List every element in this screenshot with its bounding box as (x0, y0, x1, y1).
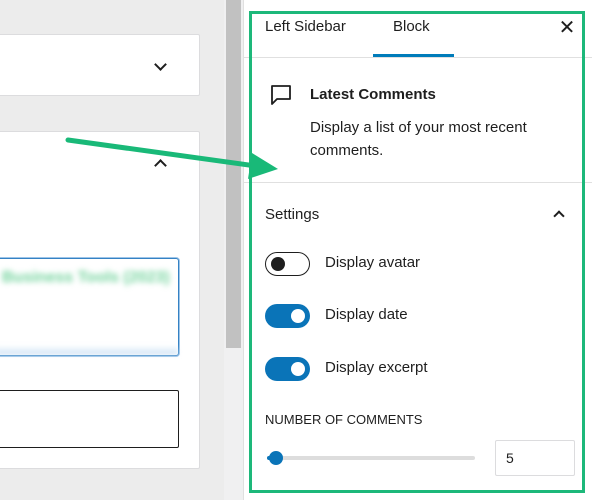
tab-block[interactable]: Block (393, 18, 430, 35)
toggle-label: Display excerpt (325, 359, 428, 376)
display-date-toggle[interactable] (265, 304, 310, 328)
number-of-comments-slider[interactable] (267, 451, 475, 465)
tab-left-sidebar[interactable]: Left Sidebar (265, 18, 346, 35)
chevron-down-icon[interactable] (154, 58, 167, 71)
settings-collapse-button[interactable] (547, 201, 573, 227)
block-card: Latest Comments Display a list of your m… (244, 58, 592, 183)
expanded-panel: Business Tools (2023) (0, 131, 200, 469)
number-of-comments-input[interactable]: 5 (495, 440, 575, 476)
heading-input-blurred[interactable]: Business Tools (2023) (0, 258, 179, 356)
settings-panel-title[interactable]: Settings (265, 206, 319, 223)
active-tab-indicator (373, 54, 454, 57)
scrollbar-thumb[interactable] (226, 0, 241, 348)
sidebar-tabs: Left Sidebar Block ✕ (244, 0, 592, 58)
chevron-up-icon[interactable] (154, 159, 167, 172)
block-settings-sidebar: Left Sidebar Block ✕ Latest Comments Dis… (243, 0, 592, 500)
collapsed-panel[interactable] (0, 34, 200, 96)
number-of-comments-label: NUMBER OF COMMENTS (265, 412, 423, 427)
editor-scrollbar[interactable] (224, 0, 243, 500)
toggle-label: Display date (325, 306, 408, 323)
comment-icon (271, 85, 291, 105)
display-avatar-toggle[interactable] (265, 252, 310, 276)
display-excerpt-toggle[interactable] (265, 357, 310, 381)
block-title: Latest Comments (310, 86, 436, 103)
toggle-label: Display avatar (325, 254, 421, 271)
close-icon[interactable]: ✕ (556, 16, 578, 38)
chevron-up-icon (553, 210, 565, 222)
editor-canvas: Business Tools (2023) (0, 0, 243, 500)
blurred-heading-text: Business Tools (2023) (2, 269, 170, 286)
block-description: Display a list of your most recent comme… (310, 119, 527, 159)
text-input-field[interactable] (0, 390, 179, 448)
slider-thumb[interactable] (269, 451, 284, 465)
